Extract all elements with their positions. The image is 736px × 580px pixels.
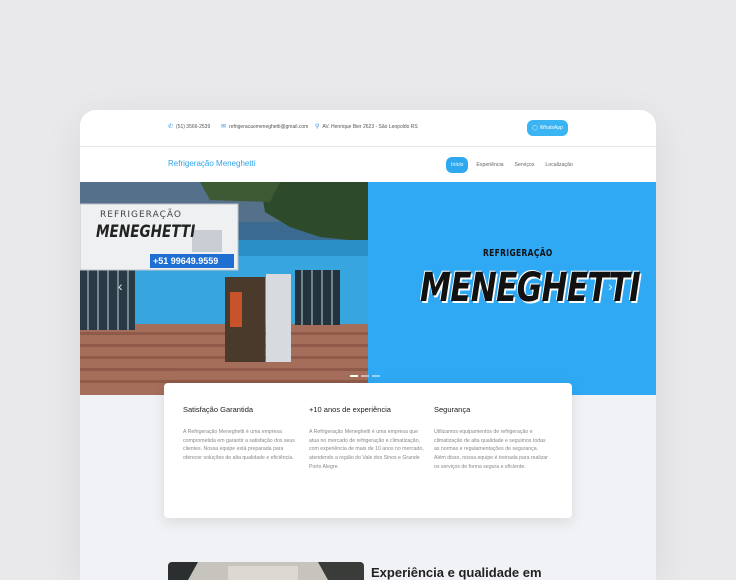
feature-text: A Refrigeração Meneghetti é uma empresa … [183, 429, 295, 462]
phone-icon: ✆ [168, 124, 174, 130]
experience-photo [168, 562, 364, 580]
top-contact-bar: ✆ (51) 3566-2539 ✉ refrigeracaomeneghett… [80, 110, 656, 147]
feature-satisfacao: Satisfação Garantida A Refrigeração Mene… [183, 405, 298, 463]
nav-link-localizacao[interactable]: Localização [542, 158, 575, 172]
features-card: Satisfação Garantida A Refrigeração Mene… [164, 383, 572, 518]
email-text: refrigeracaomeneghetti@gmail.com [229, 124, 309, 130]
browser-mockup: ✆ (51) 3566-2539 ✉ refrigeracaomeneghett… [80, 110, 656, 580]
carousel-prev-icon[interactable]: ‹ [118, 278, 123, 294]
carousel-next-icon[interactable]: › [608, 278, 613, 294]
whatsapp-label: WhatsApp [539, 125, 563, 131]
sign-phone-text: +51 99649.9559 [153, 256, 219, 266]
hero-logo-subtitle: REFRIGERAÇÃO [483, 248, 553, 259]
main-navbar: Refrigeração Meneghetti Início Experiênc… [80, 147, 656, 182]
feature-title: Satisfação Garantida [183, 405, 254, 414]
hero-carousel: REFRIGERAÇÃO MENEGHETTI +51 99649.9559 R… [80, 182, 656, 395]
experience-section-title: Experiência e qualidade em [371, 565, 542, 580]
feature-seguranca: Segurança Utilizamos equipamentos de ref… [434, 405, 549, 472]
hero-logo-title: MENEGHETTI [420, 265, 641, 311]
whatsapp-button[interactable]: ◯ WhatsApp [527, 120, 568, 136]
feature-experiencia: +10 anos de experiência A Refrigeração M… [309, 405, 424, 472]
feature-title: Segurança [434, 405, 471, 414]
nav-link-experiencia[interactable]: Experiência [473, 158, 506, 172]
address-contact[interactable]: ⚲ AV. Henrique Bier 2623 - São Leopoldo … [315, 124, 418, 130]
sign-top-text: REFRIGERAÇÃO [100, 210, 182, 220]
nav-link-inicio[interactable]: Início [446, 157, 469, 173]
carousel-indicator[interactable] [350, 375, 358, 377]
sign-main-text: MENEGHETTI [96, 222, 196, 242]
carousel-indicators [350, 375, 380, 377]
nav-link-servicos[interactable]: Serviços [512, 158, 538, 172]
carousel-indicator[interactable] [372, 375, 380, 377]
map-pin-icon: ⚲ [315, 124, 320, 130]
whatsapp-icon: ◯ [532, 125, 538, 131]
brand-logo-text[interactable]: Refrigeração Meneghetti [168, 159, 256, 168]
email-contact[interactable]: ✉ refrigeracaomeneghetti@gmail.com [221, 124, 308, 130]
feature-title: +10 anos de experiência [309, 405, 391, 414]
phone-contact[interactable]: ✆ (51) 3566-2539 [168, 124, 210, 130]
address-text: AV. Henrique Bier 2623 - São Leopoldo RS [322, 124, 418, 130]
phone-text: (51) 3566-2539 [176, 124, 211, 130]
feature-text: Utilizamos equipamentos de refrigeração … [434, 429, 548, 470]
carousel-indicator[interactable] [361, 375, 369, 377]
nav-links: Início Experiência Serviços Localização [446, 157, 576, 173]
envelope-icon: ✉ [221, 124, 227, 130]
feature-text: A Refrigeração Meneghetti é uma empresa … [309, 429, 424, 470]
